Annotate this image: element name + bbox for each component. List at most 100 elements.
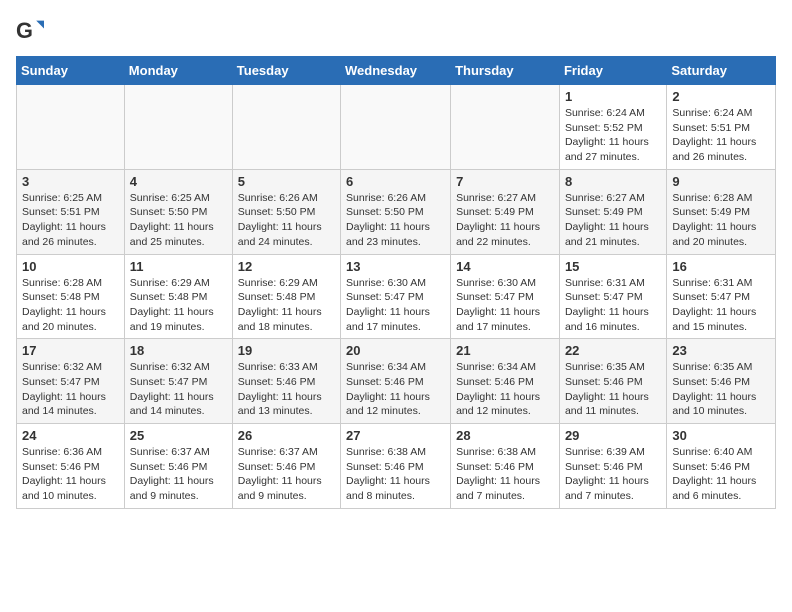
calendar-cell: 1Sunrise: 6:24 AM Sunset: 5:52 PM Daylig… [559,85,666,170]
calendar-cell: 23 Sunrise: 6:35 AM Sunset: 5:46 PM Dayli… [667,339,776,424]
calendar-cell: 3 Sunrise: 6:25 AM Sunset: 5:51 PM Daylig… [17,169,125,254]
day-info: Sunrise: 6:36 AM Sunset: 5:46 PM Dayligh… [22,445,119,504]
day-number: 13 [346,259,445,274]
day-info: Sunrise: 6:35 AM Sunset: 5:46 PM Dayligh… [565,360,661,419]
calendar-week-row: 1Sunrise: 6:24 AM Sunset: 5:52 PM Daylig… [17,85,776,170]
day-number: 19 [238,343,335,358]
calendar-cell: 21Sunrise: 6:34 AM Sunset: 5:46 PM Dayli… [451,339,560,424]
day-number: 22 [565,343,661,358]
weekday-header: Friday [559,57,666,85]
weekday-header: Wednesday [341,57,451,85]
day-info: Sunrise: 6:26 AM Sunset: 5:50 PM Dayligh… [238,191,335,250]
day-info: Sunrise: 6:26 AM Sunset: 5:50 PM Dayligh… [346,191,445,250]
calendar-cell: 9 Sunrise: 6:28 AM Sunset: 5:49 PM Daylig… [667,169,776,254]
calendar-cell: 10Sunrise: 6:28 AM Sunset: 5:48 PM Dayli… [17,254,125,339]
day-number: 8 [565,174,661,189]
weekday-header: Tuesday [232,57,340,85]
calendar-cell: 26 Sunrise: 6:37 AM Sunset: 5:46 PM Dayli… [232,424,340,509]
calendar-cell [341,85,451,170]
day-info: Sunrise: 6:25 AM Sunset: 5:51 PM Dayligh… [22,191,119,250]
day-info: Sunrise: 6:37 AM Sunset: 5:46 PM Dayligh… [238,445,335,504]
calendar-cell: 11 Sunrise: 6:29 AM Sunset: 5:48 PM Dayli… [124,254,232,339]
calendar-table: SundayMondayTuesdayWednesdayThursdayFrid… [16,56,776,509]
calendar-cell: 17 Sunrise: 6:32 AM Sunset: 5:47 PM Dayli… [17,339,125,424]
calendar-cell: 30 Sunrise: 6:40 AM Sunset: 5:46 PM Dayli… [667,424,776,509]
day-number: 7 [456,174,554,189]
logo: G [16,16,48,44]
day-info: Sunrise: 6:24 AM Sunset: 5:51 PM Dayligh… [672,106,770,165]
page-header: G [16,16,776,44]
day-number: 20 [346,343,445,358]
day-number: 27 [346,428,445,443]
weekday-header: Sunday [17,57,125,85]
day-info: Sunrise: 6:35 AM Sunset: 5:46 PM Dayligh… [672,360,770,419]
day-number: 16 [672,259,770,274]
calendar-cell: 5 Sunrise: 6:26 AM Sunset: 5:50 PM Daylig… [232,169,340,254]
calendar-cell: 16 Sunrise: 6:31 AM Sunset: 5:47 PM Dayli… [667,254,776,339]
day-info: Sunrise: 6:25 AM Sunset: 5:50 PM Dayligh… [130,191,227,250]
calendar-week-row: 3 Sunrise: 6:25 AM Sunset: 5:51 PM Daylig… [17,169,776,254]
calendar-week-row: 10Sunrise: 6:28 AM Sunset: 5:48 PM Dayli… [17,254,776,339]
day-number: 1 [565,89,661,104]
day-info: Sunrise: 6:29 AM Sunset: 5:48 PM Dayligh… [130,276,227,335]
day-info: Sunrise: 6:29 AM Sunset: 5:48 PM Dayligh… [238,276,335,335]
day-number: 24 [22,428,119,443]
calendar-cell: 25 Sunrise: 6:37 AM Sunset: 5:46 PM Dayli… [124,424,232,509]
day-number: 30 [672,428,770,443]
calendar-cell: 15Sunrise: 6:31 AM Sunset: 5:47 PM Dayli… [559,254,666,339]
day-info: Sunrise: 6:38 AM Sunset: 5:46 PM Dayligh… [346,445,445,504]
day-number: 9 [672,174,770,189]
calendar-cell: 12 Sunrise: 6:29 AM Sunset: 5:48 PM Dayli… [232,254,340,339]
day-number: 12 [238,259,335,274]
day-info: Sunrise: 6:27 AM Sunset: 5:49 PM Dayligh… [565,191,661,250]
svg-text:G: G [16,18,33,43]
day-number: 14 [456,259,554,274]
calendar-cell: 19 Sunrise: 6:33 AM Sunset: 5:46 PM Dayli… [232,339,340,424]
calendar-cell: 14 Sunrise: 6:30 AM Sunset: 5:47 PM Dayli… [451,254,560,339]
day-info: Sunrise: 6:33 AM Sunset: 5:46 PM Dayligh… [238,360,335,419]
weekday-header: Saturday [667,57,776,85]
calendar-cell: 6 Sunrise: 6:26 AM Sunset: 5:50 PM Daylig… [341,169,451,254]
day-number: 6 [346,174,445,189]
calendar-cell: 8 Sunrise: 6:27 AM Sunset: 5:49 PM Daylig… [559,169,666,254]
day-info: Sunrise: 6:40 AM Sunset: 5:46 PM Dayligh… [672,445,770,504]
day-info: Sunrise: 6:34 AM Sunset: 5:46 PM Dayligh… [346,360,445,419]
calendar-cell: 24 Sunrise: 6:36 AM Sunset: 5:46 PM Dayli… [17,424,125,509]
day-info: Sunrise: 6:31 AM Sunset: 5:47 PM Dayligh… [565,276,661,335]
day-number: 4 [130,174,227,189]
day-info: Sunrise: 6:37 AM Sunset: 5:46 PM Dayligh… [130,445,227,504]
day-number: 18 [130,343,227,358]
day-number: 23 [672,343,770,358]
weekday-header: Thursday [451,57,560,85]
day-info: Sunrise: 6:32 AM Sunset: 5:47 PM Dayligh… [22,360,119,419]
calendar-cell [232,85,340,170]
calendar-cell [124,85,232,170]
day-info: Sunrise: 6:30 AM Sunset: 5:47 PM Dayligh… [456,276,554,335]
day-number: 21 [456,343,554,358]
calendar-cell [451,85,560,170]
day-info: Sunrise: 6:27 AM Sunset: 5:49 PM Dayligh… [456,191,554,250]
calendar-cell: 2 Sunrise: 6:24 AM Sunset: 5:51 PM Daylig… [667,85,776,170]
day-info: Sunrise: 6:28 AM Sunset: 5:48 PM Dayligh… [22,276,119,335]
day-info: Sunrise: 6:31 AM Sunset: 5:47 PM Dayligh… [672,276,770,335]
day-info: Sunrise: 6:32 AM Sunset: 5:47 PM Dayligh… [130,360,227,419]
day-number: 2 [672,89,770,104]
day-number: 3 [22,174,119,189]
day-number: 26 [238,428,335,443]
calendar-cell: 13 Sunrise: 6:30 AM Sunset: 5:47 PM Dayli… [341,254,451,339]
day-number: 25 [130,428,227,443]
calendar-week-row: 24 Sunrise: 6:36 AM Sunset: 5:46 PM Dayli… [17,424,776,509]
day-number: 11 [130,259,227,274]
day-number: 5 [238,174,335,189]
day-info: Sunrise: 6:30 AM Sunset: 5:47 PM Dayligh… [346,276,445,335]
day-number: 17 [22,343,119,358]
day-number: 28 [456,428,554,443]
day-number: 29 [565,428,661,443]
weekday-header: Monday [124,57,232,85]
calendar-cell: 20 Sunrise: 6:34 AM Sunset: 5:46 PM Dayli… [341,339,451,424]
calendar-cell: 22 Sunrise: 6:35 AM Sunset: 5:46 PM Dayli… [559,339,666,424]
logo-icon: G [16,16,44,44]
calendar-cell: 27 Sunrise: 6:38 AM Sunset: 5:46 PM Dayli… [341,424,451,509]
day-info: Sunrise: 6:28 AM Sunset: 5:49 PM Dayligh… [672,191,770,250]
calendar-cell: 7 Sunrise: 6:27 AM Sunset: 5:49 PM Daylig… [451,169,560,254]
